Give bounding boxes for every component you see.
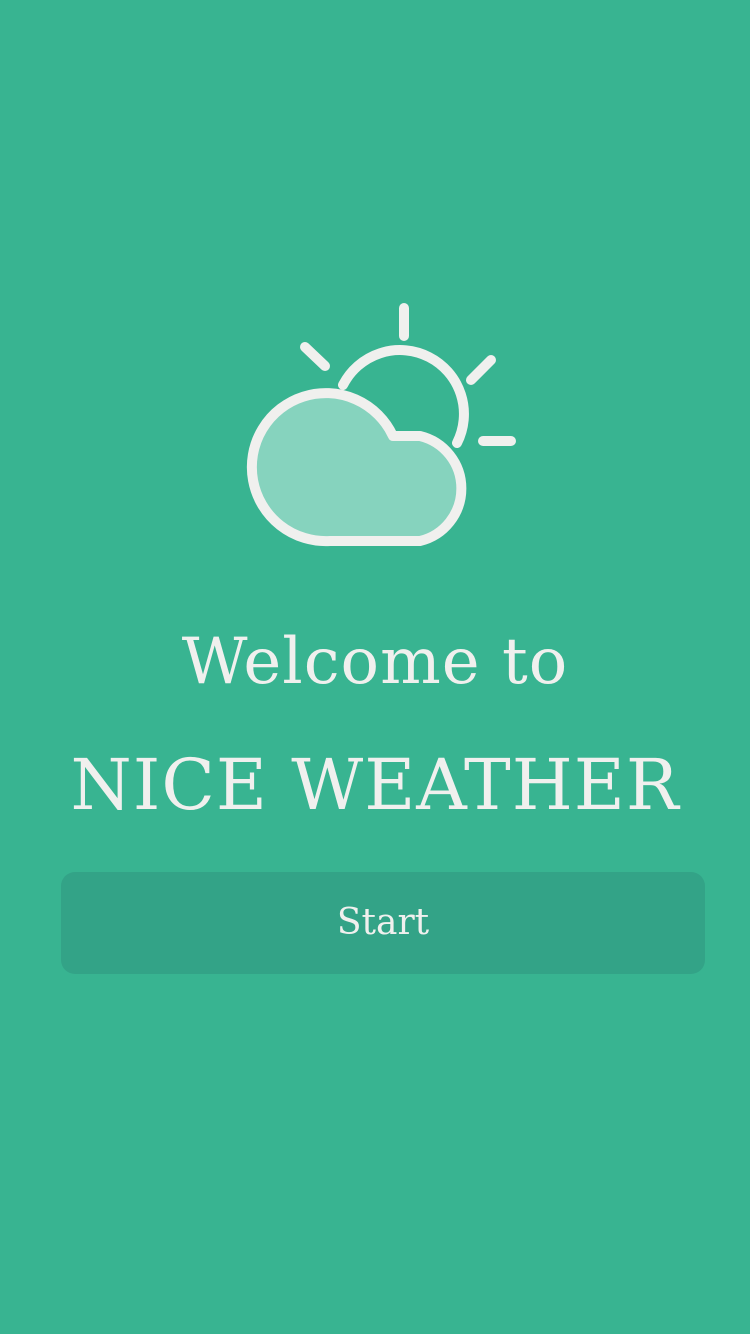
app-name-title: NICE WEATHER <box>70 744 680 826</box>
welcome-screen: Welcome to NICE WEATHER Start <box>0 0 750 1334</box>
sun-ray-left <box>300 342 330 371</box>
partly-cloudy-icon <box>246 303 516 547</box>
start-button[interactable]: Start <box>61 872 705 974</box>
cloud-shape <box>246 388 467 547</box>
sun-ray-right <box>466 355 496 385</box>
welcome-heading: Welcome to <box>181 625 569 699</box>
